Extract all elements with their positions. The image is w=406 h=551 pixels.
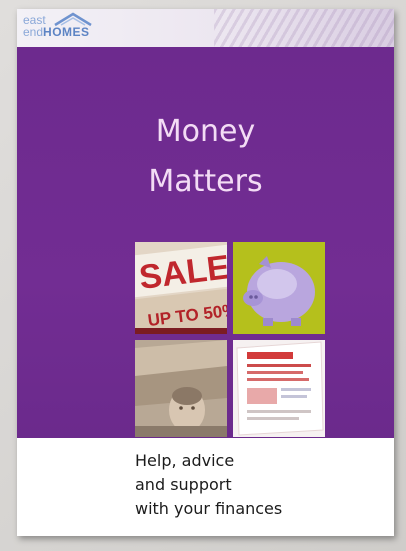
sale-sign-photo: SALE UP TO 50% [135, 242, 227, 334]
banknotes-photo [135, 340, 227, 437]
piggy-bank-photo [233, 242, 325, 334]
brochure-cover: east end HOMES Money Matters SALE UP TO … [17, 9, 394, 536]
bills-icon [233, 340, 325, 437]
piggy-bank-icon [233, 242, 325, 334]
tagline-line-3: with your finances [135, 499, 283, 518]
sale-sign-illustration: SALE UP TO 50% [135, 242, 227, 334]
title-line-2: Matters [148, 164, 263, 199]
scan-background: east end HOMES Money Matters SALE UP TO … [0, 0, 406, 551]
house-roof-icon [54, 12, 92, 27]
logo-word-homes: HOMES [43, 25, 90, 39]
bills-photo [233, 340, 325, 437]
photo-grid: SALE UP TO 50% [135, 242, 345, 437]
tagline-line-1: Help, advice [135, 451, 235, 470]
tagline-line-2: and support [135, 475, 232, 494]
banknotes-icon [135, 340, 227, 437]
header-band: east end HOMES [17, 9, 394, 47]
cover-title: Money Matters [17, 107, 394, 207]
cover-tagline: Help, advice and support with your finan… [135, 449, 282, 521]
logo-word-end: end [23, 25, 44, 39]
title-line-1: Money [155, 114, 256, 149]
